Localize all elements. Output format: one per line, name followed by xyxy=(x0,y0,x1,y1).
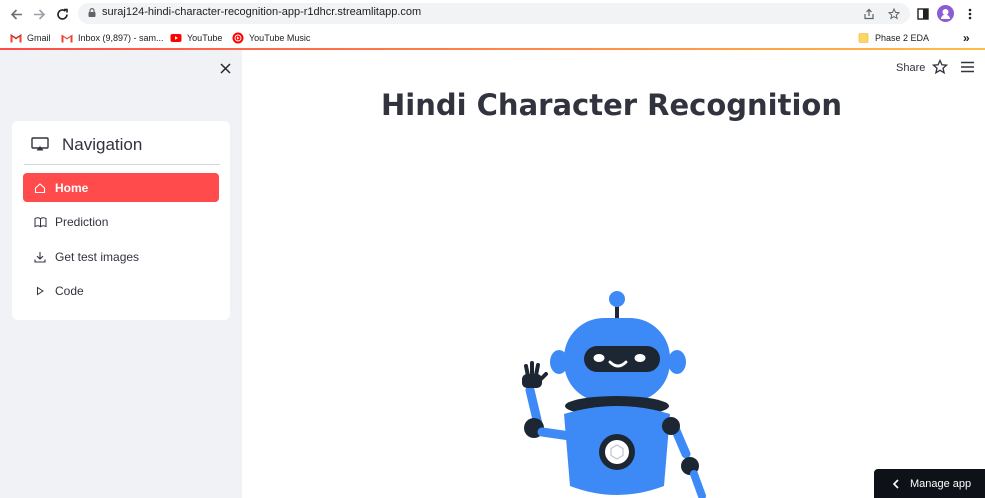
bookmark-label: YouTube xyxy=(187,33,223,43)
manage-app-label: Manage app xyxy=(910,477,972,490)
folder-icon xyxy=(858,33,869,43)
bookmarks-bar: Gmail Inbox (9,897) - sam... YouTube You… xyxy=(0,27,985,49)
url-text: suraj124-hindi-character-recognition-app… xyxy=(102,6,422,18)
sidebar-panel-icon[interactable] xyxy=(913,4,933,24)
sidebar: Navigation Home Prediction Get test imag… xyxy=(0,50,242,498)
play-icon xyxy=(33,284,47,298)
close-sidebar-icon[interactable] xyxy=(217,60,233,76)
bookmark-youtube[interactable]: YouTube xyxy=(170,30,222,46)
bookmark-label: YouTube Music xyxy=(249,33,311,43)
nav-item-label: Prediction xyxy=(55,214,109,229)
bookmark-star-icon[interactable] xyxy=(886,6,902,22)
browser-toolbar: suraj124-hindi-character-recognition-app… xyxy=(0,0,985,27)
nav-item-get-test-images[interactable]: Get test images xyxy=(23,242,219,271)
back-arrow-icon[interactable] xyxy=(6,4,26,24)
lock-icon xyxy=(88,8,96,17)
divider xyxy=(24,164,220,165)
bookmark-label: Inbox (9,897) - sam... xyxy=(78,33,164,43)
gmail-icon xyxy=(10,34,22,43)
download-icon xyxy=(33,250,47,264)
gmail-icon xyxy=(61,34,73,43)
bookmark-inbox[interactable]: Inbox (9,897) - sam... xyxy=(61,30,164,46)
main-content: Share Hindi Character Recognition xyxy=(242,50,985,498)
nav-item-home[interactable]: Home xyxy=(23,173,219,202)
hamburger-menu-icon[interactable] xyxy=(960,60,975,74)
cast-icon xyxy=(31,137,49,151)
reload-icon[interactable] xyxy=(52,4,72,24)
bookmark-label: Phase 2 EDA xyxy=(875,33,930,43)
nav-item-prediction[interactable]: Prediction xyxy=(23,207,219,236)
home-icon xyxy=(33,181,47,195)
nav-item-label: Home xyxy=(55,180,89,195)
star-icon[interactable] xyxy=(932,59,948,75)
bookmark-label: Gmail xyxy=(27,33,51,43)
share-button[interactable]: Share xyxy=(896,62,925,74)
browser-menu-icon[interactable] xyxy=(960,4,980,24)
nav-item-label: Code xyxy=(55,283,84,298)
book-icon xyxy=(33,215,47,229)
navigation-header: Navigation xyxy=(12,121,230,165)
more-bookmarks-button[interactable]: » xyxy=(963,30,970,46)
chevron-left-icon xyxy=(892,478,899,489)
nav-item-label: Get test images xyxy=(55,249,140,264)
bookmark-gmail[interactable]: Gmail xyxy=(10,30,51,46)
manage-app-button[interactable]: Manage app xyxy=(874,469,985,498)
waving-robot-illustration xyxy=(522,291,706,498)
bookmark-youtube-music[interactable]: YouTube Music xyxy=(232,30,310,46)
bookmark-phase2-eda[interactable]: Phase 2 EDA xyxy=(858,30,929,46)
navigation-title: Navigation xyxy=(62,135,143,154)
youtube-icon xyxy=(170,34,182,42)
address-bar[interactable]: suraj124-hindi-character-recognition-app… xyxy=(78,3,910,24)
page-title-text: Hindi Character Recognition xyxy=(381,88,842,122)
nav-item-code[interactable]: Code xyxy=(23,276,219,305)
forward-arrow-icon[interactable] xyxy=(29,4,49,24)
share-page-icon[interactable] xyxy=(861,6,877,22)
page-title: Hindi Character Recognition xyxy=(242,88,865,122)
profile-avatar[interactable] xyxy=(937,5,954,22)
youtube-music-icon xyxy=(232,32,244,44)
navigation-menu: Navigation Home Prediction Get test imag… xyxy=(12,121,230,320)
